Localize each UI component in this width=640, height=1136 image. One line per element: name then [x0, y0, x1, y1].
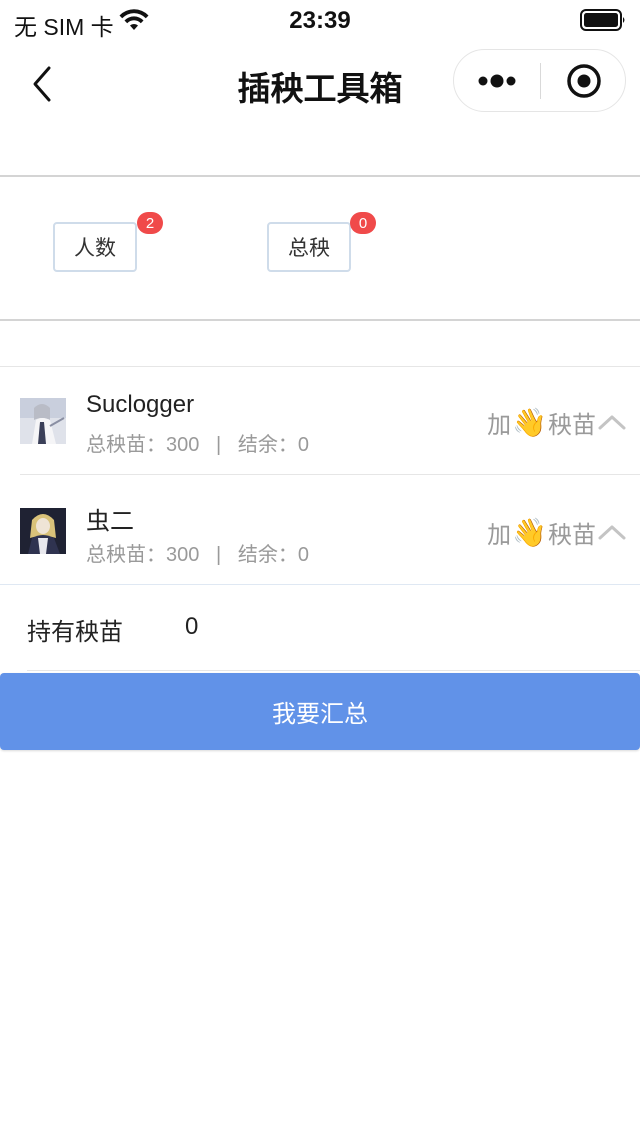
mini-program-capsule — [453, 49, 626, 112]
total-label: 总秧苗： — [86, 434, 166, 456]
stats-separator: | — [216, 434, 222, 456]
divider — [0, 319, 640, 321]
total-value: 300 — [166, 434, 200, 456]
close-button[interactable] — [541, 50, 626, 111]
holdings-value: 0 — [185, 613, 199, 640]
add-prefix: 加 — [487, 521, 512, 549]
more-button[interactable] — [454, 50, 540, 111]
status-time: 23:39 — [289, 7, 351, 34]
divider — [0, 175, 640, 177]
player-count-button[interactable]: 人数 — [53, 222, 137, 272]
list-item: 虫二 总秧苗：300 | 结余：0 加 👋 秧苗 — [0, 477, 640, 585]
player-stats: 总秧苗：300 | 结余：0 — [86, 538, 309, 567]
list-bottom-divider — [0, 584, 640, 585]
more-dots-icon — [478, 74, 516, 87]
player-name: 虫二 — [86, 508, 134, 535]
avatar — [20, 398, 66, 444]
target-circle-icon — [566, 63, 601, 98]
player-count-badge: 2 — [137, 212, 163, 234]
chevron-up-icon — [598, 525, 626, 540]
add-prefix: 加 — [487, 411, 512, 439]
total-label: 总秧苗： — [86, 544, 166, 566]
list-item: Suclogger 总秧苗：300 | 结余：0 加 👋 秧苗 — [0, 367, 640, 475]
avatar — [20, 508, 66, 554]
add-suffix: 秧苗 — [548, 411, 596, 439]
status-bar: 无 SIM 卡 23:39 — [0, 0, 640, 40]
summary-button[interactable]: 我要汇总 — [0, 673, 640, 750]
player-name: Suclogger — [86, 391, 195, 418]
holdings-label: 持有秧苗 — [27, 619, 123, 646]
waving-hand-icon: 👋 — [512, 516, 547, 548]
add-seedlings-button[interactable]: 加 👋 秧苗 — [487, 400, 626, 444]
remain-label: 结余： — [237, 544, 298, 566]
waving-hand-icon: 👋 — [512, 406, 547, 438]
stats-separator: | — [216, 544, 222, 566]
chevron-up-icon — [598, 415, 626, 430]
total-seedlings-badge: 0 — [350, 212, 376, 234]
remain-label: 结余： — [237, 434, 298, 456]
player-count-label: 人数 — [74, 237, 116, 260]
row-divider — [20, 474, 640, 475]
nav-bar: 插秧工具箱 — [0, 40, 640, 128]
add-suffix: 秧苗 — [548, 521, 596, 549]
total-seedlings-label: 总秧 — [288, 237, 330, 260]
remain-value: 0 — [297, 544, 310, 566]
add-seedlings-button[interactable]: 加 👋 秧苗 — [487, 510, 626, 554]
remain-value: 0 — [297, 434, 310, 456]
battery-icon — [580, 9, 625, 31]
holdings-divider — [27, 670, 640, 671]
player-stats: 总秧苗：300 | 结余：0 — [86, 428, 309, 457]
total-value: 300 — [166, 544, 200, 566]
total-seedlings-button[interactable]: 总秧 — [267, 222, 351, 272]
